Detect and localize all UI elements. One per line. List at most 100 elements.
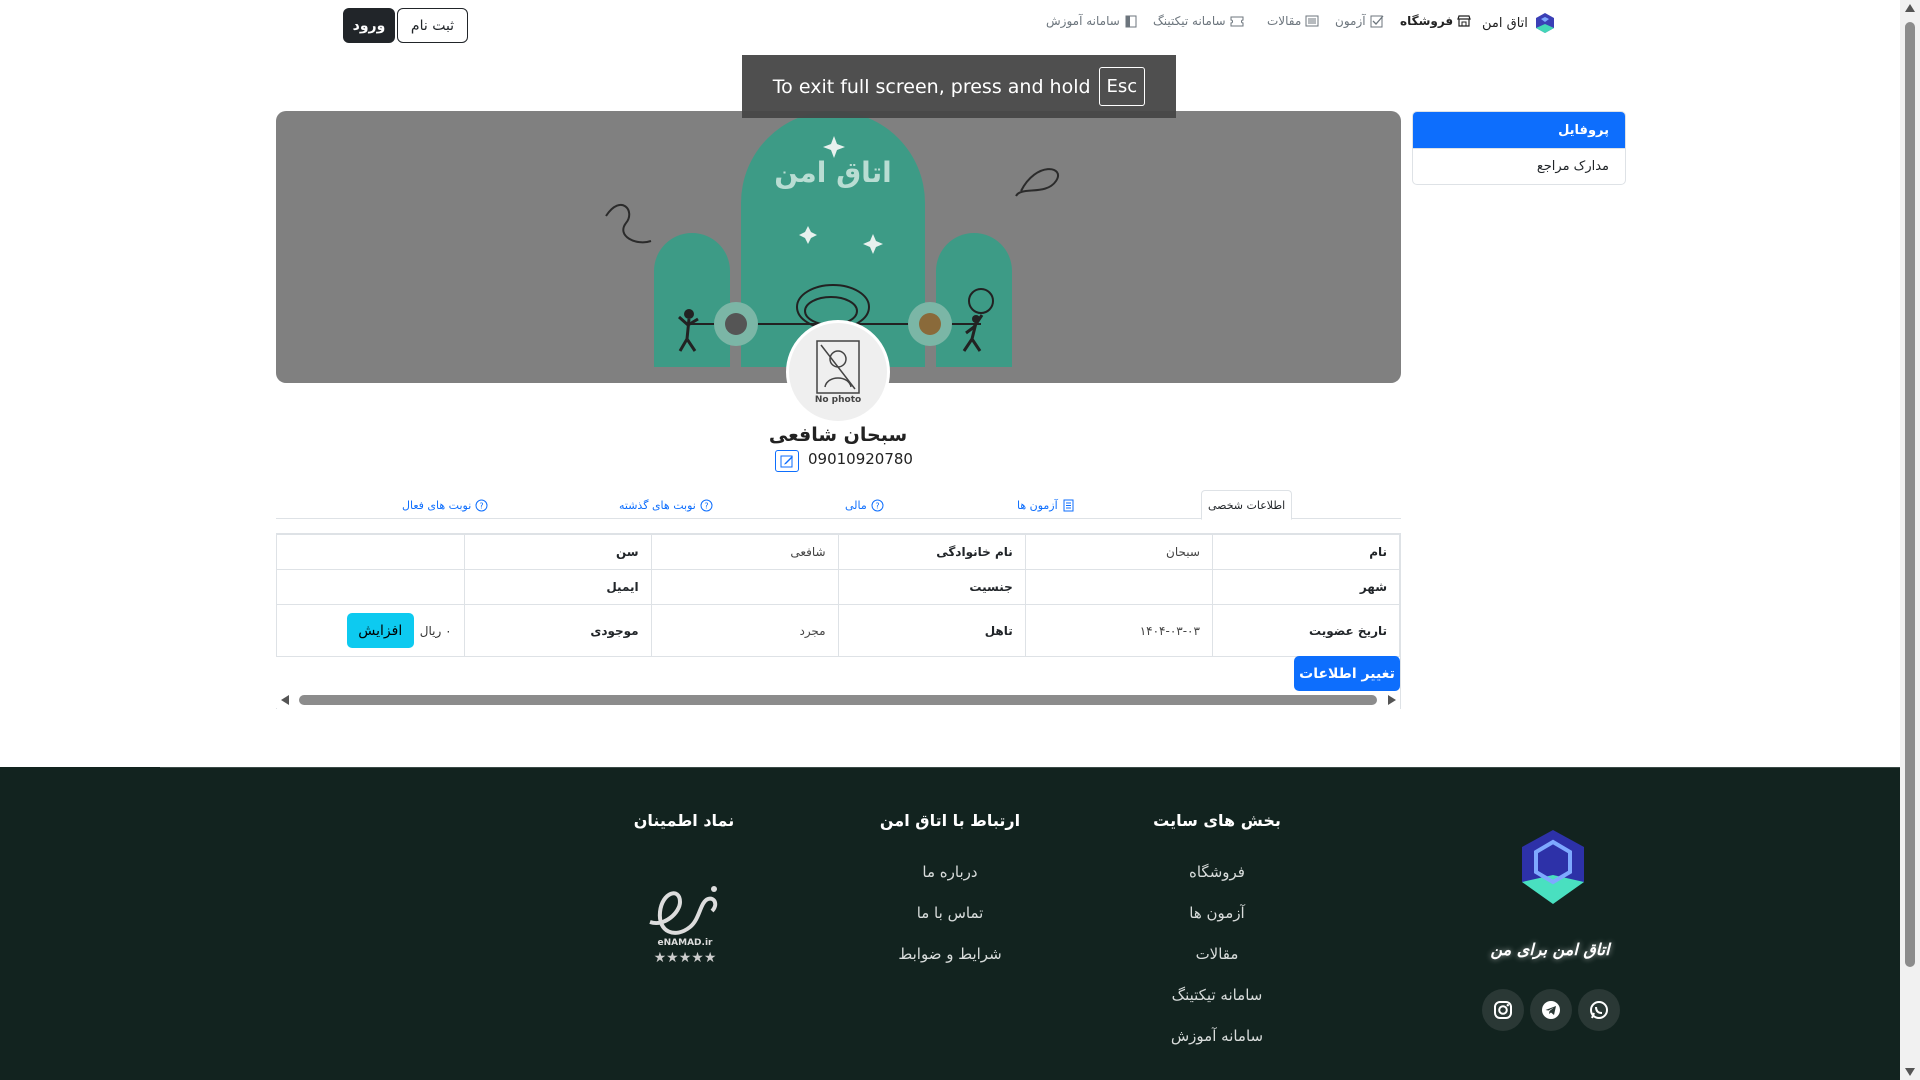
- cell-join-date-value: ۱۴۰۴-۰۳-۰۳: [1024, 604, 1213, 657]
- fullscreen-exit-notice: To exit full screen, press and hold Esc: [742, 55, 1176, 118]
- tab-label: نوبت های گذشته: [619, 498, 696, 512]
- table-row: شهر جنسیت ایمیل: [276, 569, 1400, 605]
- edit-icon[interactable]: [775, 450, 799, 472]
- tab-personal-info[interactable]: اطلاعات شخصی: [1201, 490, 1293, 520]
- site-footer: اتاق امن برای من بخش های سایت فروشگاه آز…: [0, 767, 1900, 1080]
- tab-financial[interactable]: ? مالی: [839, 490, 890, 520]
- increase-balance-button[interactable]: افزایش: [346, 613, 414, 648]
- cell-last-name-value: شافعی: [650, 534, 839, 570]
- footer-link-education[interactable]: سامانه آموزش: [1117, 1016, 1317, 1057]
- esc-key-badge: Esc: [1098, 67, 1146, 106]
- nav-item-shop[interactable]: فروشگاه: [1400, 14, 1471, 28]
- cell-join-date-label: تاریخ عضویت: [1211, 604, 1400, 657]
- scroll-up-arrow-icon[interactable]: [1905, 4, 1915, 12]
- whatsapp-icon: [1590, 1001, 1608, 1019]
- cell-first-name-label: نام: [1211, 534, 1400, 570]
- footer-link-ticketing[interactable]: سامانه تیکتینگ: [1117, 975, 1317, 1016]
- cell-balance-label: موجودی: [463, 604, 652, 657]
- cell-city-label: شهر: [1211, 569, 1400, 605]
- footer-trust-title: نماد اطمینان: [633, 811, 735, 830]
- tab-past-appointments[interactable]: ? نوبت های گذشته: [613, 490, 719, 520]
- table-row: نام سبحان نام خانوادگی شافعی سن: [276, 534, 1400, 570]
- sidebar-item-profile[interactable]: پروفایل: [1413, 112, 1625, 148]
- nav-item-ticketing[interactable]: سامانه تیکتینگ: [1153, 14, 1244, 28]
- document-icon: [1063, 499, 1074, 511]
- cell-email-value: [276, 569, 465, 605]
- footer-link-shop[interactable]: فروشگاه: [1117, 852, 1317, 893]
- cell-city-value: [1024, 569, 1213, 605]
- footer-sections-title: بخش های سایت: [1153, 811, 1281, 830]
- whatsapp-link[interactable]: [1578, 989, 1620, 1031]
- book-icon: [1125, 15, 1137, 28]
- sidebar-item-client-documents[interactable]: مدارک مراجع: [1413, 148, 1625, 184]
- footer-link-exams[interactable]: آزمون ها: [1117, 893, 1317, 934]
- footer-sections-column: بخش های سایت فروشگاه آزمون ها مقالات سام…: [1117, 811, 1317, 1057]
- brand[interactable]: اتاق امن: [1482, 12, 1556, 34]
- telegram-icon: [1542, 1001, 1560, 1019]
- nav-item-exam[interactable]: آزمون: [1335, 14, 1384, 28]
- cell-gender-label: جنسیت: [837, 569, 1026, 605]
- scroll-down-arrow-icon[interactable]: [1905, 1068, 1915, 1076]
- svg-text:?: ?: [480, 501, 484, 510]
- vertical-scroll-thumb[interactable]: [1905, 22, 1915, 967]
- user-phone: 09010920780: [808, 450, 913, 468]
- scroll-right-arrow-icon[interactable]: [1388, 695, 1396, 705]
- cell-last-name-label: نام خانوادگی: [837, 534, 1026, 570]
- cell-marital-value: مجرد: [650, 604, 839, 657]
- nav-label: سامانه تیکتینگ: [1153, 14, 1226, 28]
- profile-sidebar: پروفایل مدارک مراجع: [1412, 111, 1626, 185]
- question-circle-icon: ?: [700, 499, 713, 511]
- cell-email-label: ایمیل: [463, 569, 652, 605]
- scroll-left-arrow-icon[interactable]: [281, 695, 289, 705]
- user-full-name: سبحان شافعی: [768, 424, 908, 446]
- personal-info-table: نام سبحان نام خانوادگی شافعی سن شهر جنسی…: [276, 534, 1400, 657]
- footer-logo-icon: [1522, 830, 1584, 904]
- tab-exams[interactable]: آزمون ها: [1011, 490, 1081, 520]
- horizontal-scroll-thumb[interactable]: [299, 695, 1377, 705]
- personal-info-table-container: نام سبحان نام خانوادگی شافعی سن شهر جنسی…: [276, 533, 1401, 709]
- footer-trust-column: نماد اطمینان: [584, 811, 784, 852]
- cell-marital-label: تاهل: [837, 604, 1026, 657]
- instagram-link[interactable]: [1482, 989, 1524, 1031]
- cell-balance-value: ۰ ریال افزایش: [276, 604, 465, 657]
- top-navbar: اتاق امن فروشگاه آزمون مقالات سامانه تیک…: [0, 0, 1900, 50]
- svg-text:?: ?: [704, 501, 708, 510]
- brand-logo-icon: [1535, 13, 1554, 33]
- signup-button[interactable]: ثبت نام: [397, 8, 468, 43]
- page-vertical-scrollbar[interactable]: [1900, 0, 1920, 1080]
- tab-label: مالی: [845, 498, 867, 512]
- nav-label: آزمون: [1335, 14, 1366, 28]
- change-info-button[interactable]: تغییر اطلاعات: [1294, 656, 1400, 691]
- banner-title: اتاق امن: [774, 156, 892, 189]
- nav-item-articles[interactable]: مقالات: [1267, 14, 1319, 28]
- nav-label: مقالات: [1267, 14, 1302, 28]
- footer-link-about[interactable]: درباره ما: [850, 852, 1050, 893]
- nav-item-education[interactable]: سامانه آموزش: [1046, 14, 1138, 28]
- svg-text:?: ?: [875, 501, 879, 510]
- ticket-icon: [1230, 16, 1244, 27]
- enamad-badge[interactable]: eNAMAD.ir ★★★★★: [640, 867, 730, 977]
- footer-contact-title: ارتباط با اتاق امن: [879, 811, 1021, 830]
- avatar[interactable]: No photo: [786, 320, 890, 424]
- login-button[interactable]: ورود: [343, 8, 395, 43]
- tab-label: نوبت های فعال: [402, 498, 472, 512]
- horizontal-scrollbar[interactable]: [277, 691, 1400, 709]
- cell-age-label: سن: [463, 534, 652, 570]
- telegram-link[interactable]: [1530, 989, 1572, 1031]
- cell-age-value: [276, 534, 465, 570]
- question-circle-icon: ?: [871, 499, 884, 511]
- balance-group: ۰ ریال افزایش: [289, 613, 452, 648]
- no-photo-label: No photo: [814, 395, 862, 405]
- tab-active-appointments[interactable]: ? نوبت های فعال: [396, 490, 494, 520]
- no-photo-icon: [816, 340, 860, 394]
- footer-link-articles[interactable]: مقالات: [1117, 934, 1317, 975]
- fullscreen-notice-text: To exit full screen, press and hold: [772, 75, 1091, 98]
- enamad-text: eNAMAD.ir: [658, 938, 713, 948]
- question-circle-icon: ?: [475, 499, 488, 511]
- brand-name: اتاق امن: [1482, 15, 1528, 31]
- footer-tagline: اتاق امن برای من: [1490, 940, 1610, 959]
- tab-label: اطلاعات شخصی: [1208, 498, 1286, 512]
- profile-tabs: اطلاعات شخصی آزمون ها ? مالی ? نوبت های …: [276, 488, 1401, 520]
- footer-link-contact[interactable]: تماس با ما: [850, 893, 1050, 934]
- footer-link-terms[interactable]: شرایط و ضوابط: [850, 934, 1050, 975]
